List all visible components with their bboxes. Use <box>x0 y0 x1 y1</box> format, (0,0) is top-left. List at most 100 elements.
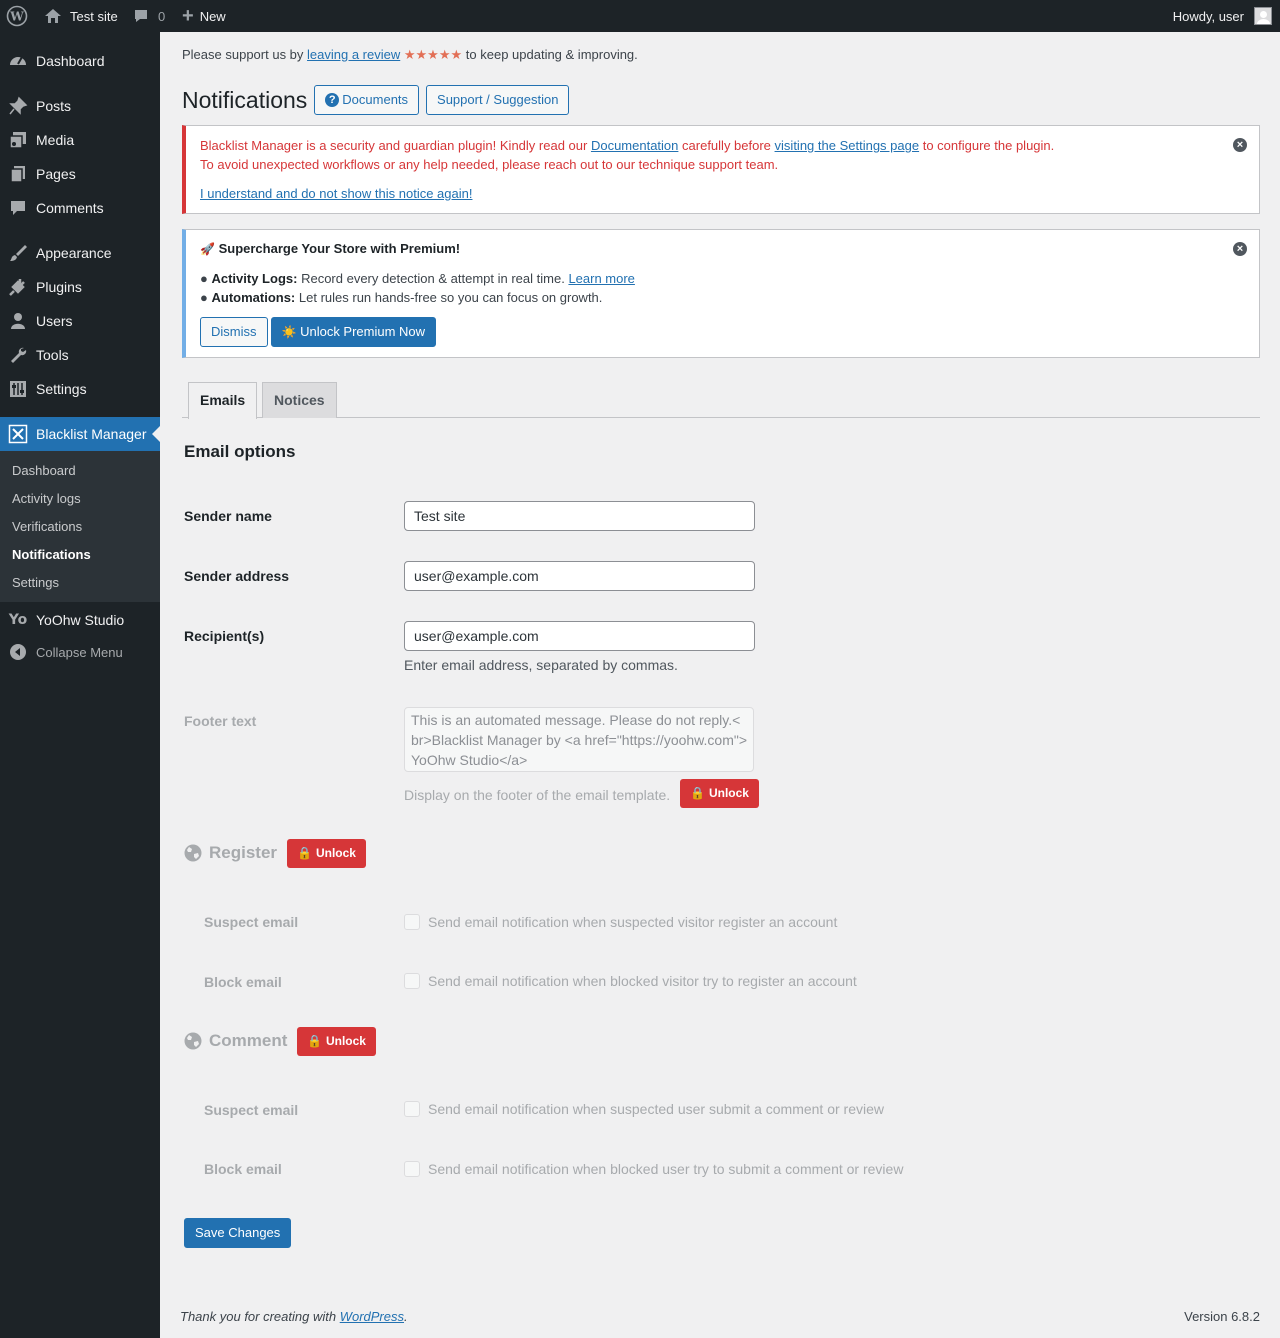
comment-suspect-checkbox[interactable] <box>404 1101 420 1117</box>
menu-label: Blacklist Manager <box>36 426 147 442</box>
menu-label: Pages <box>36 166 76 182</box>
new-label: New <box>199 8 226 24</box>
notice-text: carefully before <box>682 138 771 153</box>
documents-button[interactable]: ? Documents <box>314 85 420 115</box>
wrench-icon <box>8 346 28 364</box>
submenu-item-dashboard[interactable]: Dashboard <box>12 463 76 478</box>
my-account-link[interactable]: Howdy, user <box>1173 0 1272 32</box>
comment-title: Comment <box>209 1031 288 1050</box>
main-content: Please support us by leaving a review ★★… <box>160 32 1280 1338</box>
bullet-text: Record every detection & attempt in real… <box>301 271 565 286</box>
menu-item-media[interactable]: Media <box>0 123 160 157</box>
version-text: Version 6.8.2 <box>1184 1309 1260 1324</box>
menu-item-posts[interactable]: Posts <box>0 89 160 123</box>
menu-label: Settings <box>36 381 87 397</box>
submenu-item-activity-logs[interactable]: Activity logs <box>12 491 81 506</box>
premium-notice: 🚀 Supercharge Your Store with Premium! ●… <box>182 229 1260 358</box>
globe-icon <box>184 1032 202 1050</box>
menu-item-comments[interactable]: Comments <box>0 191 160 225</box>
documentation-link[interactable]: Documentation <box>591 138 678 153</box>
comments-link[interactable]: 0 <box>133 0 165 32</box>
menu-item-pages[interactable]: Pages <box>0 157 160 191</box>
unlock-label: Unlock <box>315 846 356 860</box>
register-suspect-label: Suspect email <box>204 914 299 930</box>
comment-block-text: Send email notification when blocked use… <box>428 1161 904 1177</box>
review-stars: ★★★★★ <box>403 47 463 62</box>
media-icon <box>8 131 28 149</box>
premium-bullet-1: ● Activity Logs: Record every detection … <box>200 271 635 286</box>
review-suffix: to keep updating & improving. <box>465 47 638 62</box>
admin-menu: Dashboard Posts Media Pages Comments App… <box>0 32 160 1338</box>
premium-actions: Dismiss ☀️ Unlock Premium Now <box>200 317 437 347</box>
menu-item-yoohw-studio[interactable]: Yo YoOhw Studio <box>0 603 160 637</box>
menu-label: Appearance <box>36 245 112 261</box>
comment-block-label: Block email <box>204 1161 282 1177</box>
menu-item-tools[interactable]: Tools <box>0 338 160 372</box>
wordpress-logo-button[interactable]: W <box>6 0 28 32</box>
lock-icon: 🔒 <box>307 1034 322 1048</box>
globe-icon <box>184 844 202 862</box>
home-icon <box>45 9 61 23</box>
notice-text: to configure the plugin. <box>922 138 1055 153</box>
submenu-item-settings[interactable]: Settings <box>12 575 59 590</box>
blacklist-icon <box>8 424 28 444</box>
unlock-button[interactable]: 🔒 Unlock <box>680 779 759 808</box>
tabs-underline <box>182 417 1260 418</box>
wordpress-link[interactable]: WordPress <box>340 1309 404 1324</box>
comment-block-checkbox[interactable] <box>404 1161 420 1177</box>
settings-page-link[interactable]: visiting the Settings page <box>775 138 920 153</box>
register-block-checkbox[interactable] <box>404 973 420 989</box>
menu-label: Posts <box>36 98 72 114</box>
site-name-link[interactable]: Test site <box>44 0 118 32</box>
security-notice: Blacklist Manager is a security and guar… <box>182 125 1260 214</box>
sender-address-input[interactable]: user@example.com <box>404 561 755 591</box>
unlock-premium-label: Unlock Premium Now <box>300 324 426 339</box>
bullet-icon: ● <box>200 271 208 286</box>
page-header: Notifications ? Documents Support / Sugg… <box>182 85 570 115</box>
menu-item-users[interactable]: Users <box>0 304 160 338</box>
menu-item-appearance[interactable]: Appearance <box>0 236 160 270</box>
save-changes-button[interactable]: Save Changes <box>184 1218 292 1248</box>
dismiss-notice-link[interactable]: I understand and do not show this notice… <box>200 186 472 201</box>
review-link[interactable]: leaving a review <box>307 47 400 62</box>
dismiss-button[interactable]: Dismiss <box>200 317 268 347</box>
sender-name-label: Sender name <box>184 508 272 524</box>
unlock-label: Unlock <box>708 786 749 800</box>
close-icon[interactable]: × <box>1233 242 1247 256</box>
footer-thanks-text: Thank you for creating with <box>180 1309 337 1324</box>
menu-item-plugins[interactable]: Plugins <box>0 270 160 304</box>
tab-notices[interactable]: Notices <box>262 382 337 418</box>
svg-text:W: W <box>9 10 24 24</box>
unlock-premium-button[interactable]: ☀️ Unlock Premium Now <box>270 317 437 347</box>
unlock-button[interactable]: 🔒 Unlock <box>287 839 366 868</box>
recipients-label: Recipient(s) <box>184 628 265 644</box>
comment-suspect-label: Suspect email <box>204 1102 299 1118</box>
comments-icon <box>8 199 28 217</box>
collapse-menu-button[interactable]: Collapse Menu <box>0 635 160 669</box>
plus-icon: + <box>182 5 194 27</box>
register-suspect-text: Send email notification when suspected v… <box>428 914 838 930</box>
tab-emails[interactable]: Emails <box>188 382 258 419</box>
page-title: Notifications <box>182 86 308 113</box>
learn-more-link[interactable]: Learn more <box>568 271 634 286</box>
submenu-item-notifications[interactable]: Notifications <box>12 547 91 562</box>
menu-label: Plugins <box>36 279 82 295</box>
menu-item-dashboard[interactable]: Dashboard <box>0 44 160 78</box>
sender-name-input[interactable]: Test site <box>404 501 755 531</box>
recipients-input[interactable]: user@example.com <box>404 621 755 651</box>
pages-icon <box>8 165 28 183</box>
register-suspect-checkbox[interactable] <box>404 914 420 930</box>
new-content-link[interactable]: + New <box>182 0 226 32</box>
lock-icon: 🔒 <box>297 846 312 860</box>
menu-item-blacklist-manager[interactable]: Blacklist Manager <box>0 417 160 451</box>
support-suggestion-button[interactable]: Support / Suggestion <box>426 85 570 115</box>
brush-icon <box>8 244 28 262</box>
bullet-text: Let rules run hands-free so you can focu… <box>298 290 603 305</box>
close-icon[interactable]: × <box>1233 138 1247 152</box>
menu-item-settings[interactable]: Settings <box>0 372 160 406</box>
admin-bar: W Test site 0 + New Howdy, user <box>0 0 1280 32</box>
submenu-item-verifications[interactable]: Verifications <box>12 519 82 534</box>
unlock-button[interactable]: 🔒 Unlock <box>297 1027 376 1056</box>
site-name: Test site <box>70 8 118 24</box>
footer-text-textarea[interactable]: This is an automated message. Please do … <box>404 707 754 772</box>
